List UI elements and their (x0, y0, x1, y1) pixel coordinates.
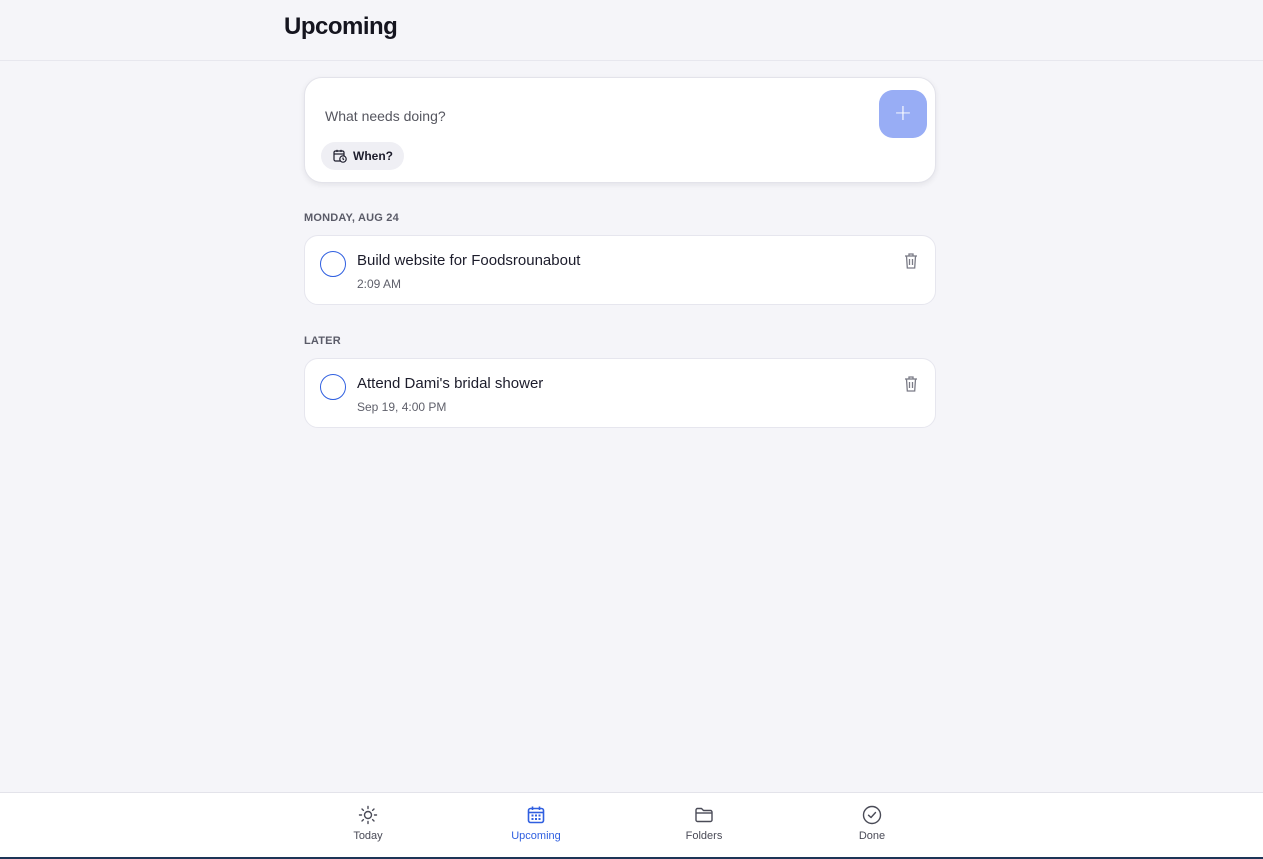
task-time: Sep 19, 4:00 PM (357, 400, 447, 414)
header: Upcoming (0, 0, 1263, 61)
task-input[interactable] (325, 104, 865, 128)
section-label: LATER (304, 335, 341, 347)
task-title[interactable]: Build website for Foodsrounabout (357, 252, 580, 269)
bottom-nav: Today Upcoming Folders Done (0, 792, 1263, 859)
nav-item-done[interactable]: Done (822, 805, 922, 849)
nav-label: Done (858, 830, 886, 842)
page-title: Upcoming (284, 13, 398, 40)
trash-icon[interactable] (903, 375, 919, 393)
add-task-button[interactable]: + (879, 90, 927, 138)
folder-icon (695, 807, 713, 823)
task-card: Attend Dami's bridal shower Sep 19, 4:00… (304, 358, 936, 428)
nav-label: Folders (685, 830, 723, 842)
section-label: MONDAY, AUG 24 (304, 212, 399, 224)
task-composer: + When? (304, 77, 936, 183)
task-card: Build website for Foodsrounabout 2:09 AM (304, 235, 936, 305)
nav-label: Upcoming (511, 830, 561, 842)
nav-label: Today (353, 830, 383, 842)
nav-item-today[interactable]: Today (318, 805, 418, 849)
task-time: 2:09 AM (357, 277, 402, 291)
nav-item-folders[interactable]: Folders (654, 805, 754, 849)
trash-icon[interactable] (903, 252, 919, 270)
calendar-clock-icon (333, 149, 347, 163)
nav-item-upcoming[interactable]: Upcoming (486, 805, 586, 849)
sun-icon (358, 805, 378, 825)
task-complete-checkbox[interactable] (320, 374, 346, 400)
calendar-icon (527, 806, 545, 824)
task-complete-checkbox[interactable] (320, 251, 346, 277)
when-label: When? (353, 149, 393, 163)
check-circle-icon (862, 805, 882, 825)
when-button[interactable]: When? (321, 142, 404, 170)
task-title[interactable]: Attend Dami's bridal shower (357, 375, 543, 392)
